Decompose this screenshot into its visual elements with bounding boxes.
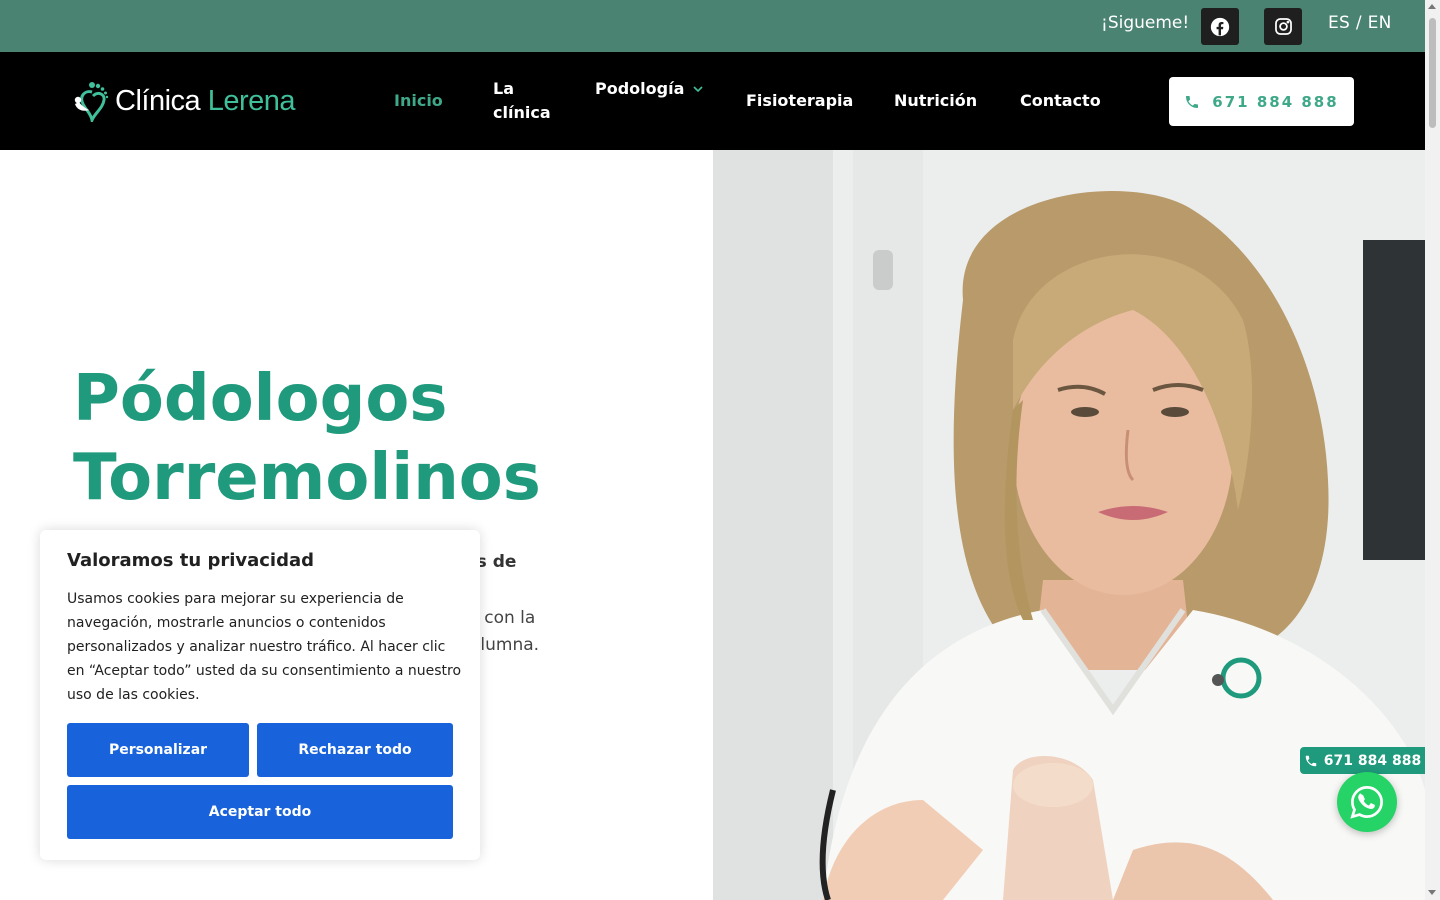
logo-text-clinica: Clínica xyxy=(115,84,201,117)
lang-en-link[interactable]: EN xyxy=(1368,13,1392,33)
header-call-label: 671 884 888 xyxy=(1212,92,1339,111)
logo-text-lerena: Lerena xyxy=(200,84,296,117)
whatsapp-icon xyxy=(1350,786,1383,819)
floating-call-label: 671 884 888 xyxy=(1323,752,1422,769)
main-header: Clínica Lerena Inicio La clínica Podolog… xyxy=(0,52,1425,150)
cookie-reject-all-button[interactable]: Rechazar todo xyxy=(257,723,453,777)
nav-item-contacto[interactable]: Contacto xyxy=(1020,89,1101,113)
foot-heart-logo-icon xyxy=(74,82,109,122)
phone-icon xyxy=(1305,755,1317,766)
cookie-description: Usamos cookies para mejorar su experienc… xyxy=(67,591,462,703)
floating-call-button[interactable]: 671 884 888 xyxy=(1300,747,1425,774)
hero-description-line-2: olumna. xyxy=(470,635,540,655)
cookie-customize-button[interactable]: Personalizar xyxy=(67,723,249,777)
podiatrist-photo-image xyxy=(713,150,1425,900)
site-logo[interactable]: Clínica Lerena xyxy=(73,80,296,122)
lang-separator: / xyxy=(1350,13,1368,33)
hero-photo xyxy=(713,150,1425,900)
instagram-icon xyxy=(1274,18,1292,35)
nav-item-la-clinica[interactable]: La clínica xyxy=(493,77,563,125)
nav-item-inicio[interactable]: Inicio xyxy=(394,89,443,113)
nav-item-podologia[interactable]: Podología xyxy=(595,77,703,101)
hero-title-line-1: Pódologos xyxy=(73,362,448,436)
scroll-down-arrow-icon[interactable] xyxy=(1428,890,1436,895)
hero-title-line-2: Torremolinos xyxy=(73,441,541,515)
scrollbar-thumb[interactable] xyxy=(1429,18,1436,128)
cookie-accept-all-button[interactable]: Aceptar todo xyxy=(67,785,453,839)
nav-item-podologia-label: Podología xyxy=(595,79,685,98)
follow-label: ¡Sigueme! xyxy=(1101,13,1190,33)
hero-description-line-1: s con la xyxy=(470,608,536,628)
cookie-title: Valoramos tu privacidad xyxy=(67,550,315,571)
whatsapp-button[interactable] xyxy=(1337,772,1397,832)
instagram-button[interactable] xyxy=(1264,8,1302,45)
nav-item-nutricion[interactable]: Nutrición xyxy=(894,89,977,113)
logo-text: Clínica Lerena xyxy=(115,84,296,118)
lang-es-link[interactable]: ES xyxy=(1328,13,1350,33)
chevron-down-icon xyxy=(693,85,703,92)
hero-title: Pódologos Torremolinos xyxy=(73,360,541,518)
facebook-icon xyxy=(1210,17,1230,36)
top-bar: ¡Sigueme! ES / EN xyxy=(0,0,1425,52)
hero-description: s con la olumna. xyxy=(470,605,539,659)
phone-icon xyxy=(1186,95,1199,108)
nav-item-fisioterapia[interactable]: Fisioterapia xyxy=(746,89,853,113)
header-call-button[interactable]: 671 884 888 xyxy=(1169,77,1354,126)
facebook-button[interactable] xyxy=(1201,8,1239,45)
page-scrollbar[interactable] xyxy=(1425,0,1440,900)
scroll-up-arrow-icon[interactable] xyxy=(1428,4,1436,9)
cookie-consent-banner: Valoramos tu privacidad Usamos cookies p… xyxy=(40,530,480,860)
language-switcher: ES / EN xyxy=(1328,13,1392,33)
